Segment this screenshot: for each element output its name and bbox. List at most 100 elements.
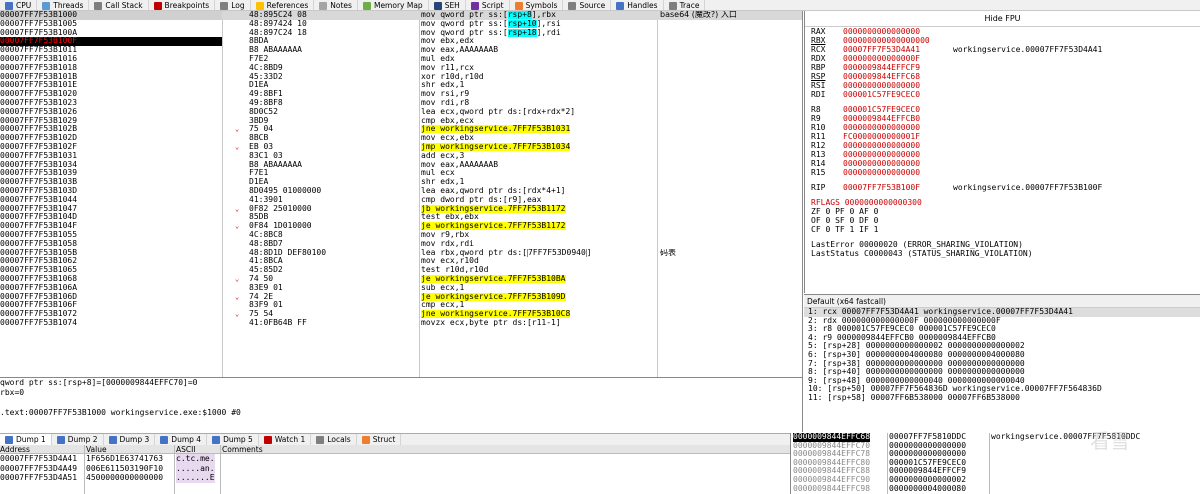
tab-script[interactable]: Script — [466, 0, 510, 10]
disasm-address[interactable]: 00007FF7F53B102F — [0, 143, 222, 152]
disasm-row[interactable]: 00007FF7F53B106D ⌄ 74 2E je workingservice.… — [0, 292, 802, 302]
disasm-instruction[interactable]: cmp ebx,ecx — [421, 117, 657, 126]
registers-panel[interactable]: Hide FPU RAX 0000000000000000 RBX 000000000… — [804, 11, 1200, 293]
dump-header-ascii[interactable]: ASCII — [176, 445, 196, 454]
dump-header-address[interactable]: Address — [0, 445, 30, 454]
register-value[interactable]: 000000000000000F — [843, 54, 953, 63]
disasm-address[interactable]: 00007FF7F53B1065 — [0, 266, 222, 275]
register-rdx[interactable]: RDX 000000000000000F — [805, 54, 1200, 63]
disasm-address[interactable]: 00007FF7F53B101E — [0, 81, 222, 90]
disasm-row[interactable]: 00007FF7F53B1005 48:897424 10 mov qword pt… — [0, 19, 802, 29]
disasm-row[interactable]: 00007FF7F53B102B ⌄ 75 04 jne workingservice… — [0, 125, 802, 134]
register-value[interactable]: 00007FF7F53D4A41 — [843, 45, 953, 54]
dump-row[interactable]: 00007FF7F53D4A49 006E611503190F10 .....an. — [0, 463, 790, 474]
rflags-row[interactable]: RFLAGS 0000000000000300 — [805, 198, 1200, 207]
disasm-row[interactable]: 00007FF7F53B1029 3BD9 cmp ebx,ecx — [0, 117, 802, 126]
calling-convention-label[interactable]: Default (x64 fastcall) — [804, 294, 1200, 308]
dump-address[interactable]: 00007FF7F53D4A41 — [0, 454, 77, 464]
tab-dump-5[interactable]: Dump 5 — [207, 434, 259, 445]
disasm-instruction[interactable]: movzx ecx,byte ptr ds:[r11-1] — [421, 319, 657, 328]
disasm-address[interactable]: 00007FF7F53B1005 — [0, 20, 222, 29]
disasm-row[interactable]: 00007FF7F53B101B 45:33D2 xor r10d,r10d — [0, 73, 802, 82]
disasm-address[interactable]: 00007FF7F53B102D — [0, 134, 222, 143]
disasm-address[interactable]: 00007FF7F53B1020 — [0, 90, 222, 99]
disasm-row[interactable]: 00007FF7F53B1034 B8 ABAAAAAA mov eax,AAAAA… — [0, 161, 802, 170]
register-r11[interactable]: R11 FC0000000000001F — [805, 132, 1200, 141]
register-value[interactable]: 000001C57FE9CEC0 — [843, 90, 953, 99]
disasm-address[interactable]: 00007FF7F53B1029 — [0, 117, 222, 126]
disasm-row[interactable]: 00007FF7F53B1016 F7E2 mul edx — [0, 55, 802, 64]
tab-handles[interactable]: Handles — [611, 0, 664, 10]
flags-row[interactable]: OF 0 SF 0 DF 0 — [805, 216, 1200, 225]
disasm-row[interactable]: 00007FF7F53B1039 F7E1 mul ecx — [0, 169, 802, 178]
disasm-instruction[interactable]: xor r10d,r10d — [421, 73, 657, 82]
disasm-address[interactable]: 00007FF7F53B1047 — [0, 205, 222, 214]
dump-address[interactable]: 00007FF7F53D4A51 — [0, 473, 77, 483]
disasm-row[interactable]: 00007FF7F53B1062 41:8BCA mov ecx,r10d — [0, 257, 802, 266]
register-r15[interactable]: R15 0000000000000000 — [805, 168, 1200, 177]
register-r8[interactable]: R8 000001C57FE9CEC0 — [805, 105, 1200, 114]
disasm-address[interactable]: 00007FF7F53B1031 — [0, 152, 222, 161]
tab-seh[interactable]: SEH — [429, 0, 466, 10]
disasm-address[interactable]: 00007FF7F53B1026 — [0, 108, 222, 117]
disasm-instruction[interactable]: add ecx,3 — [421, 152, 657, 161]
disasm-address[interactable]: 00007FF7F53B106A — [0, 284, 222, 293]
stack-value[interactable]: 0000000004000080 — [889, 484, 966, 494]
disasm-address[interactable]: 00007FF7F53B1072 — [0, 310, 222, 319]
disasm-instruction[interactable]: lea eax,qword ptr ds:[rdx*4+1] — [421, 187, 657, 196]
tab-log[interactable]: Log — [215, 0, 251, 10]
tab-dump-3[interactable]: Dump 3 — [104, 434, 156, 445]
disasm-row[interactable]: 00007FF7F53B100F 8BDA mov ebx,edx — [0, 37, 802, 47]
disasm-row[interactable]: 00007FF7F53B104D 85DB test ebx,ebx — [0, 213, 802, 222]
disasm-instruction[interactable]: jne workingservice.7FF7F53B1031 — [421, 125, 657, 134]
tab-struct[interactable]: Struct — [357, 434, 402, 445]
disasm-address[interactable]: 00007FF7F53B1039 — [0, 169, 222, 178]
disasm-instruction[interactable]: mov eax,AAAAAAAB — [421, 46, 657, 55]
disasm-address[interactable]: 00007FF7F53B105B — [0, 249, 222, 258]
disasm-row[interactable]: 00007FF7F53B1026 8D0C52 lea ecx,qword ptr … — [0, 108, 802, 117]
tab-source[interactable]: Source — [563, 0, 612, 10]
register-value[interactable]: 0000009844EFFCF9 — [843, 63, 953, 72]
disasm-address[interactable]: 00007FF7F53B100F — [0, 37, 222, 47]
disasm-address[interactable]: 00007FF7F53B1000 — [0, 11, 222, 20]
disasm-instruction[interactable]: jne workingservice.7FF7F53B10C8 — [421, 310, 657, 319]
dump-row[interactable]: 00007FF7F53D4A51 4500000000000000 .......E — [0, 473, 790, 483]
disasm-row[interactable]: 00007FF7F53B102D 8BCB mov ecx,ebx — [0, 134, 802, 143]
disasm-address[interactable]: 00007FF7F53B1034 — [0, 161, 222, 170]
tab-breakpoints[interactable]: Breakpoints — [149, 0, 216, 10]
register-value[interactable]: 0000009844EFFCB0 — [843, 114, 953, 123]
disasm-address[interactable]: 00007FF7F53B1018 — [0, 64, 222, 73]
disasm-address[interactable]: 00007FF7F53B103D — [0, 187, 222, 196]
disasm-row[interactable]: 00007FF7F53B1047 ⌄ 0F82 25010000 jb working… — [0, 204, 802, 214]
register-r14[interactable]: R14 0000000000000000 — [805, 159, 1200, 168]
disasm-instruction[interactable]: cmp dword ptr ds:[r9],eax — [421, 196, 657, 205]
disasm-instruction[interactable]: mov rdx,rdi — [421, 240, 657, 249]
register-value[interactable]: 0000000000000000 — [843, 81, 953, 90]
stack-address[interactable]: 0000009844EFFC98 — [793, 484, 870, 494]
disasm-row[interactable]: 00007FF7F53B103B D1EA shr edx,1 — [0, 178, 802, 187]
disasm-instruction[interactable]: je workingservice.7FF7F53B10BA — [421, 274, 657, 284]
disasm-instruction[interactable]: mov rsi,r9 — [421, 90, 657, 99]
tab-memory-map[interactable]: Memory Map — [358, 0, 429, 10]
dump-row[interactable]: 00007FF7F53D4A41 1F656D1E63741763 c.tc.me. — [0, 454, 790, 464]
disasm-address[interactable]: 00007FF7F53B1011 — [0, 46, 222, 55]
tab-watch-1[interactable]: Watch 1 — [259, 434, 312, 445]
disasm-instruction[interactable]: mov qword ptr ss:[rsp+10],rsi — [421, 19, 657, 29]
disasm-row[interactable]: 00007FF7F53B1031 83C1 03 add ecx,3 — [0, 152, 802, 161]
disasm-row[interactable]: 00007FF7F53B1000 48:895C24 08 mov qword pt… — [0, 11, 802, 20]
disasm-row[interactable]: 00007FF7F53B105B 48:8D1D DEF80100 lea rbx,… — [0, 248, 802, 258]
disasm-row[interactable]: 00007FF7F53B1020 49:8BF1 mov rsi,r9 — [0, 90, 802, 99]
dump-value[interactable]: 006E611503190F10 — [86, 464, 163, 474]
disasm-address[interactable]: 00007FF7F53B103B — [0, 178, 222, 187]
disasm-instruction[interactable]: shr edx,1 — [421, 178, 657, 187]
disasm-row[interactable]: 00007FF7F53B1074 41:0FB64B FF movzx ecx,by… — [0, 319, 802, 328]
disasm-instruction[interactable]: mov rdi,r8 — [421, 99, 657, 108]
disasm-row[interactable]: 00007FF7F53B102F ⌄ EB 03 jmp workingservice… — [0, 142, 802, 152]
disasm-row[interactable]: 00007FF7F53B106F 83F9 01 cmp ecx,1 — [0, 301, 802, 310]
disasm-row[interactable]: 00007FF7F53B100A 48:897C24 18 mov qword pt… — [0, 28, 802, 38]
disasm-instruction[interactable]: mov r9,rbx — [421, 231, 657, 240]
disasm-row[interactable]: 00007FF7F53B101E D1EA shr edx,1 — [0, 81, 802, 90]
register-value[interactable]: 00007FF7F53B100F — [843, 183, 953, 192]
register-value[interactable]: 0000000000000000 — [843, 159, 953, 168]
disasm-instruction[interactable]: lea ecx,qword ptr ds:[rdx+rdx*2] — [421, 108, 657, 117]
